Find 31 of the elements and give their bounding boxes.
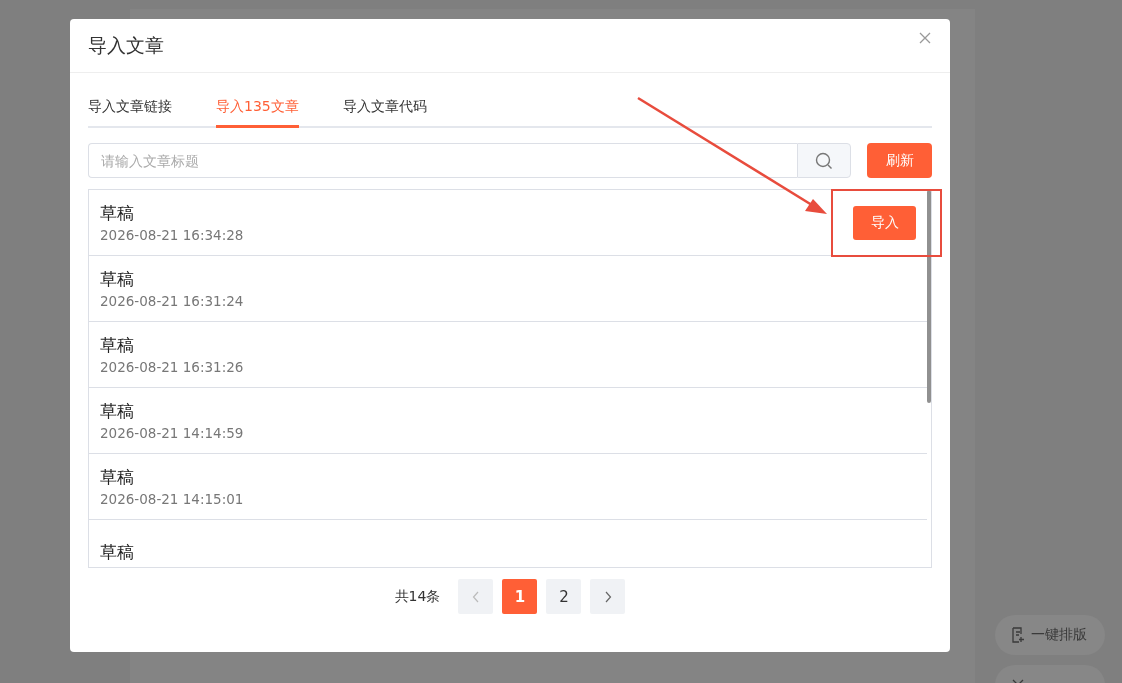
dialog-title: 导入文章 [88, 32, 164, 58]
page-button[interactable]: 2 [546, 579, 582, 614]
search-icon [815, 151, 833, 170]
article-title: 草稿 [100, 400, 135, 423]
tab[interactable]: 导入文章链接 [88, 98, 172, 128]
article-date: 2026-08-21 14:14:59 [100, 425, 244, 441]
import-button[interactable]: 导入 [853, 205, 916, 240]
article-title: 草稿 [100, 466, 135, 489]
chevron-right-icon [603, 590, 612, 603]
search-button[interactable] [797, 143, 851, 178]
article-title: 草稿 [100, 541, 134, 564]
scrollbar-thumb[interactable] [927, 190, 931, 403]
prev-page-button[interactable] [458, 579, 494, 614]
close-button[interactable] [918, 30, 932, 45]
article-date: 2026-08-21 14:15:01 [100, 491, 244, 507]
chevron-left-icon [471, 590, 480, 603]
article-title: 草稿 [100, 202, 135, 225]
article-date: 2026-08-21 16:34:28 [100, 227, 244, 243]
search-field[interactable]: 请输入文章标题 [88, 143, 797, 178]
total-count: 共14条 [394, 587, 441, 606]
refresh-button[interactable]: 刷新 [867, 143, 932, 178]
document-icon [1011, 627, 1025, 643]
article-date: 2026-08-21 16:31:24 [100, 293, 244, 309]
floating-button[interactable]: 一键排版 [995, 615, 1105, 655]
article-title: 草稿 [100, 268, 135, 291]
page-button[interactable]: 1 [502, 579, 538, 614]
article-title: 草稿 [100, 334, 135, 357]
article-date: 2026-08-21 16:31:26 [100, 359, 244, 375]
next-page-button[interactable] [590, 579, 626, 614]
tab[interactable]: 导入文章代码 [342, 98, 427, 128]
tab[interactable]: 导入135文章 [216, 98, 299, 128]
